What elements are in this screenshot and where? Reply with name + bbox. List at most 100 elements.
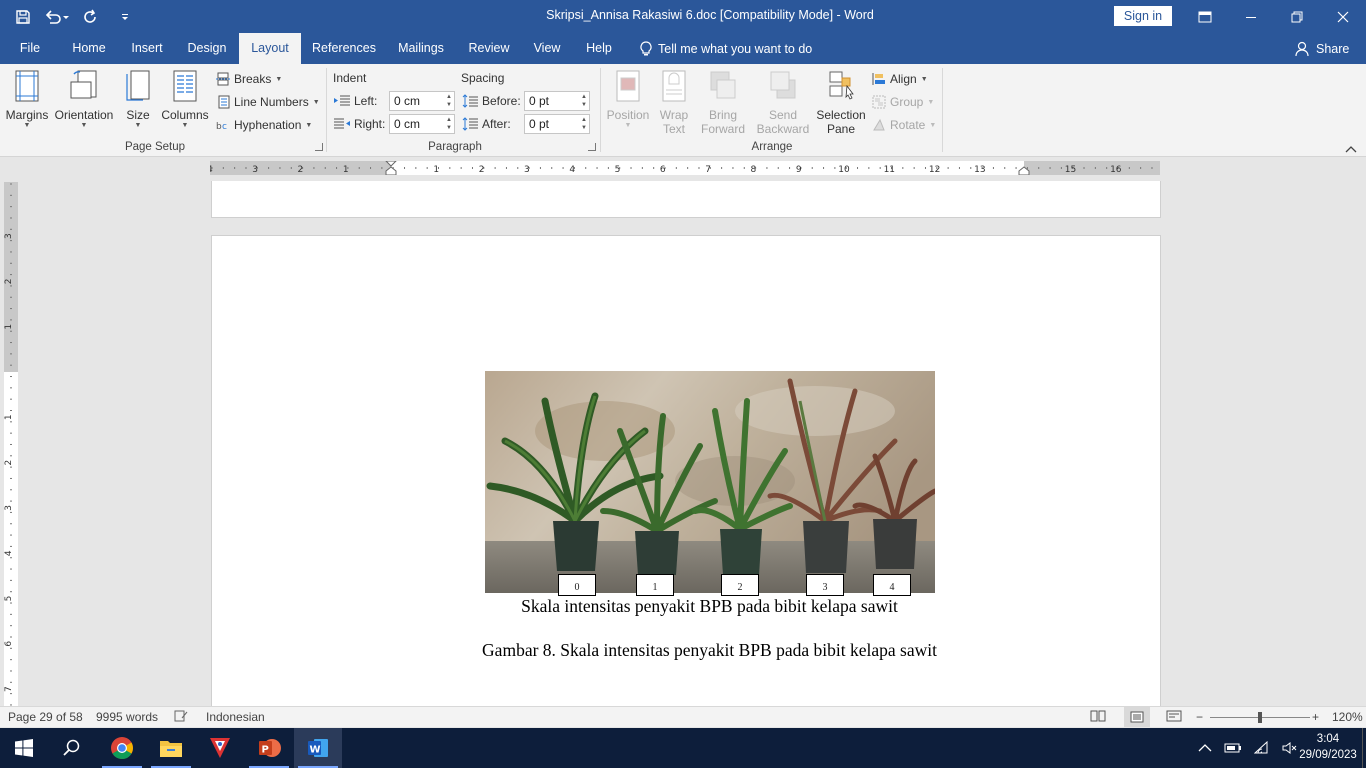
wrap-text-label-2: Text [662,122,685,136]
hyphenation-label: Hyphenation [234,118,302,132]
web-layout-button[interactable] [1166,710,1182,725]
send-backward-button[interactable]: Send Backward [752,70,814,136]
share-button[interactable]: Share [1294,33,1349,64]
ribbon-display-options-button[interactable] [1182,0,1228,33]
position-label: Position [606,108,650,122]
title-bar: Skripsi_Annisa Rakasiwi 6.doc [Compatibi… [0,0,1366,33]
read-mode-button[interactable] [1090,710,1106,725]
paragraph-group-label: Paragraph [428,141,482,153]
right-indent-marker[interactable] [1018,161,1030,175]
tab-home[interactable]: Home [62,33,116,64]
selection-pane-button[interactable]: Selection Pane [814,70,868,136]
zoom-in-button[interactable]: + [1312,710,1319,724]
page-count[interactable]: Page 29 of 58 [8,710,83,724]
tab-layout[interactable]: Layout [239,33,301,64]
ruler-number: 3 [524,165,530,175]
vertical-ruler[interactable]: 3 2 1 1 2 3 4 5 6 7 [4,182,18,706]
taskbar-file-explorer[interactable] [147,728,195,768]
customize-qat-button[interactable] [110,3,140,31]
taskbar-powerpoint[interactable]: P [245,728,293,768]
ruler-number: 6 [660,165,666,175]
language[interactable]: Indonesian [206,710,265,724]
spacing-before-input[interactable]: 0 pt ▲ ▼ [524,91,590,111]
rotate-button[interactable]: Rotate ▼ [872,115,936,135]
spacing-after-label: After: [462,114,511,134]
zoom-out-button[interactable]: − [1196,710,1203,724]
ruler-number: 1 [4,324,14,330]
minimize-button[interactable] [1228,0,1274,33]
breaks-icon [216,72,230,86]
margins-label: Margins [5,108,49,122]
group-label: Group [890,95,924,109]
size-button[interactable]: Size ▼ [120,70,156,129]
redo-button[interactable] [76,3,106,31]
restore-button[interactable] [1274,0,1320,33]
document-page[interactable]: 0 1 2 3 4 Skala intensitas penyakit BPB … [211,235,1161,708]
scale-label-0: 0 [558,574,596,596]
zoom-slider-thumb[interactable] [1258,712,1262,723]
paragraph-dialog-launcher[interactable] [588,143,596,151]
close-button[interactable] [1320,0,1366,33]
position-button[interactable]: Position ▼ [604,70,652,129]
ribbon-display-icon [1198,11,1212,22]
indent-right-input[interactable]: 0 cm ▲ ▼ [389,114,455,134]
group-button[interactable]: Group ▼ [872,92,934,112]
battery-icon[interactable] [1224,742,1242,754]
bring-forward-label-1: Bring [708,108,737,122]
line-numbers-icon [218,95,230,109]
collapse-ribbon-button[interactable] [1345,142,1357,156]
taskbar-chrome[interactable] [98,728,146,768]
ruler-number: 4 [569,165,575,175]
align-icon [872,73,885,85]
tab-file[interactable]: File [8,33,52,64]
page-setup-dialog-launcher[interactable] [315,143,323,151]
orientation-label: Orientation [54,108,114,122]
proofing-icon[interactable] [174,710,188,725]
tab-design[interactable]: Design [180,33,234,64]
sign-in-button[interactable]: Sign in [1114,6,1172,26]
undo-button[interactable] [42,3,72,31]
tab-mailings[interactable]: Mailings [390,33,452,64]
hyphenation-button[interactable]: bc Hyphenation ▼ [216,115,312,135]
columns-button[interactable]: Columns ▼ [160,70,210,129]
scale-label-4: 4 [873,574,911,596]
tab-view[interactable]: View [524,33,570,64]
tell-me-search[interactable]: Tell me what you want to do [640,33,812,64]
show-desktop-button[interactable] [1362,728,1366,768]
start-button[interactable] [0,728,48,768]
line-numbers-button[interactable]: Line Numbers ▼ [216,92,320,112]
search-button[interactable] [48,728,96,768]
print-layout-button[interactable] [1124,707,1150,727]
zoom-level[interactable]: 120% [1332,710,1363,724]
redo-icon [84,9,96,23]
windows-icon [15,739,33,757]
word-count[interactable]: 9995 words [96,710,158,724]
tab-references[interactable]: References [306,33,382,64]
wrap-text-button[interactable]: Wrap Text [654,70,694,136]
bring-forward-button[interactable]: Bring Forward [696,70,750,136]
restore-icon [1291,11,1303,22]
wifi-icon[interactable] [1254,741,1270,755]
left-indent-marker[interactable] [385,161,397,175]
word-icon: W [308,739,328,757]
margins-button[interactable]: Margins ▼ [4,70,50,129]
tab-insert[interactable]: Insert [122,33,172,64]
horizontal-ruler[interactable]: 4321123456789101112131516 [210,161,1160,175]
taskbar-word[interactable]: W [294,728,342,768]
orientation-button[interactable]: Orientation ▼ [52,70,116,129]
chevron-up-icon[interactable] [1198,743,1212,753]
palm-seedlings-photo[interactable] [485,371,935,593]
ruler-number: 15 [1065,165,1076,175]
save-button[interactable] [8,3,38,31]
ruler-number: 5 [615,165,621,175]
system-clock[interactable]: 3:04 29/09/2023 [1296,731,1360,763]
spacing-after-input[interactable]: 0 pt ▲ ▼ [524,114,590,134]
breaks-button[interactable]: Breaks ▼ [216,69,282,89]
align-button[interactable]: Align ▼ [872,69,928,89]
spacing-before-label: Before: [462,91,521,111]
taskbar-app-red[interactable] [196,728,244,768]
indent-left-input[interactable]: 0 cm ▲ ▼ [389,91,455,111]
indent-right-label: Right: [334,114,385,134]
tab-help[interactable]: Help [578,33,620,64]
tab-review[interactable]: Review [460,33,518,64]
